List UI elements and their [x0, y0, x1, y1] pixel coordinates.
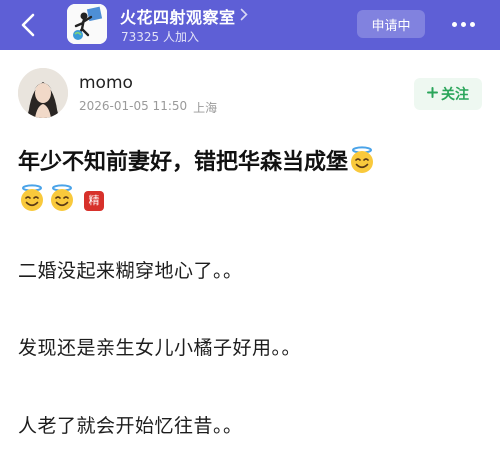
post-body-line: 发现还是亲生女儿小橘子好用。。 — [18, 337, 302, 359]
smiling-face-with-halo-icon — [51, 184, 73, 211]
plus-icon — [427, 86, 438, 102]
follow-label: 关注 — [441, 87, 469, 103]
smiling-face-with-halo-icon — [351, 146, 374, 173]
post-title: 年少不知前妻好，错把华森当成堡 精 — [18, 144, 488, 220]
follow-button[interactable]: 关注 — [414, 78, 482, 110]
post-meta: 2026-01-05 11:50 上海 — [79, 99, 217, 116]
featured-badge: 精 — [84, 191, 104, 211]
group-name: 火花四射观察室 — [120, 8, 236, 27]
top-bar: 火花四射观察室 73325 人加入 申请中 — [0, 0, 500, 50]
apply-status-button[interactable]: 申请中 — [357, 10, 425, 38]
post-body-line: 人老了就会开始忆往昔。。 — [18, 415, 243, 437]
group-avatar[interactable] — [67, 4, 107, 44]
post-title-text: 年少不知前妻好，错把华森当成堡 — [18, 150, 349, 175]
chevron-right-icon — [240, 8, 248, 25]
post-date: 2026-01-05 11:50 — [79, 99, 188, 113]
member-count: 73325 人加入 — [121, 30, 199, 44]
author-name[interactable]: momo — [79, 73, 133, 93]
avatar-image — [18, 68, 68, 118]
back-button[interactable] — [14, 10, 42, 40]
post-location: 上海 — [193, 101, 218, 115]
chevron-left-icon — [21, 13, 35, 37]
group-title-row[interactable]: 火花四射观察室 — [120, 5, 248, 27]
smiling-face-with-halo-icon — [21, 184, 43, 211]
post-body-line: 二婚没起来糊穿地心了。。 — [18, 260, 243, 282]
group-avatar-image — [67, 4, 107, 44]
more-dots-icon[interactable] — [446, 12, 480, 36]
avatar[interactable] — [18, 68, 68, 118]
